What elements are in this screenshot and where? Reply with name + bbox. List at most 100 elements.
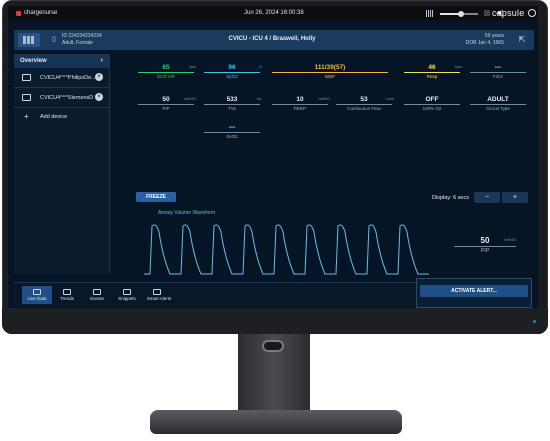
- waveform-trace: [144, 224, 429, 275]
- remove-device-icon[interactable]: ×: [95, 73, 103, 81]
- vital-circuit-type[interactable]: ADULT Circuit Type: [468, 96, 528, 111]
- vital-unit: L/min: [385, 97, 394, 101]
- vital-tve[interactable]: 533 mL TVe: [202, 96, 262, 111]
- vital-value: 46: [428, 64, 436, 71]
- patient-location: CVICU - ICU 4 / Braswell, Holly: [228, 36, 316, 42]
- open-external-button[interactable]: ⇱: [510, 30, 534, 50]
- remove-device-icon[interactable]: ×: [95, 93, 103, 101]
- vital-label: 100% O2: [422, 106, 442, 111]
- plus-icon: +: [24, 112, 29, 121]
- screen: chargenurse Jun 26, 2024 16:00:38 ◀) cap…: [8, 6, 538, 308]
- events-icon: [93, 289, 101, 295]
- tab-live-data[interactable]: Live Data: [22, 286, 52, 304]
- vital-value: 533: [226, 96, 238, 103]
- vital-label: Resp: [426, 74, 438, 79]
- device-item-siemens[interactable]: CVICU4^^^SiemensD ×: [14, 88, 109, 108]
- brand-logo-mark: [528, 9, 536, 17]
- vital-divider: [470, 104, 526, 105]
- vital-value: 96: [228, 64, 236, 71]
- tab-label: Trends: [60, 296, 74, 301]
- top-bar: chargenurse Jun 26, 2024 16:00:38 ◀) cap…: [8, 6, 538, 20]
- vital-divider: [204, 132, 260, 133]
- brand-logo: capsule: [492, 8, 525, 18]
- zoom-in-button[interactable]: +: [502, 192, 528, 203]
- vital-label: TVe: [227, 106, 236, 111]
- device-sidebar: Overview ‹ CVICU4^^^PhilipsDe... × CVICU…: [14, 54, 110, 274]
- vital-label: PEEP: [293, 106, 306, 111]
- patient-age: 59 years: [484, 33, 504, 39]
- vital-peep[interactable]: 10 cmH2O PEEP: [270, 96, 330, 111]
- zoom-out-button[interactable]: −: [474, 192, 500, 203]
- tab-label: Live Data: [27, 296, 47, 301]
- vital-nibp[interactable]: 111/39(57) NIBP: [270, 64, 390, 79]
- vital-unit: cmH2O: [318, 97, 330, 101]
- pip-unit: cmH2O: [504, 238, 516, 242]
- monitor-stand-base: [150, 410, 402, 434]
- vital-fio2[interactable]: --- FiO2: [468, 64, 528, 79]
- vital-label: PIP: [162, 106, 170, 111]
- stand-cable-hole: [262, 340, 284, 352]
- vital-value: ADULT: [487, 96, 509, 103]
- freeze-button[interactable]: FREEZE: [136, 192, 176, 202]
- vital-spo2[interactable]: 96% SpO2: [202, 64, 262, 79]
- add-device-button[interactable]: + Add device: [14, 108, 109, 126]
- display-duration: Display: 6 secs: [432, 195, 469, 201]
- vital-continuous-flow[interactable]: 53 L/min Continuous Flow: [334, 96, 394, 111]
- vital-100-o2[interactable]: OFF 100% O2: [402, 96, 462, 111]
- device-label: CVICU4^^^SiemensD: [40, 95, 94, 101]
- vital-divider: [138, 104, 194, 105]
- tab-snippets[interactable]: Snippets: [112, 286, 142, 304]
- sidebar-title: Overview: [20, 58, 47, 64]
- user-icon: [16, 10, 21, 16]
- airway-volume-waveform: [144, 224, 429, 275]
- pip-label: PIP: [480, 248, 490, 254]
- vital-unit: cmH2O: [184, 97, 196, 101]
- collapse-chevron-icon[interactable]: ‹: [101, 57, 103, 64]
- vital-label: Circuit Type: [486, 106, 510, 111]
- vital-label: Continuous Flow: [347, 106, 381, 111]
- username: chargenurse: [24, 10, 58, 16]
- tab-trends[interactable]: Trends: [52, 286, 82, 304]
- vital-label: SvO2: [226, 134, 238, 139]
- monitor-chin: [2, 308, 548, 334]
- external-link-icon: ⇱: [518, 35, 526, 44]
- power-led: [533, 320, 536, 323]
- tab-label: Smart Alerts: [146, 296, 172, 301]
- vital-unit: %: [258, 65, 262, 69]
- brightness-slider[interactable]: [440, 10, 478, 17]
- device-item-philips[interactable]: CVICU4^^^PhilipsDe... ×: [14, 68, 109, 88]
- brightness-high-icon: [484, 10, 490, 16]
- patient-header: ▯ ID 234234234234 Adult, Female CVICU - …: [14, 30, 530, 50]
- vital-unit: mL: [257, 97, 262, 101]
- patient-dob: DOB Jan 4, 1965: [465, 40, 504, 46]
- sidebar-overview-header[interactable]: Overview ‹: [14, 54, 109, 68]
- vital-divider: [470, 72, 526, 73]
- vital-divider: [404, 104, 460, 105]
- vital-divider: [404, 72, 460, 73]
- vital-resp[interactable]: 46 bpm Resp: [402, 64, 462, 79]
- activate-alert-button[interactable]: ACTIVATE ALERT...: [420, 285, 528, 297]
- waveform-pip-readout: 50 cmH2O PIP: [454, 236, 516, 254]
- vital-label: NIBP: [324, 74, 336, 79]
- monitor-icon: [22, 94, 31, 101]
- tab-events[interactable]: Events: [82, 286, 112, 304]
- add-device-label: Add device: [40, 114, 68, 120]
- vital-value: 65: [162, 64, 170, 71]
- device-label: CVICU4^^^PhilipsDe...: [40, 75, 96, 81]
- brightness-slider-knob[interactable]: [457, 10, 464, 17]
- vital-pip[interactable]: 50 cmH2O PIP: [136, 96, 196, 111]
- vital-divider: [138, 72, 194, 73]
- tab-label: Events: [90, 296, 104, 301]
- pip-divider: [454, 246, 516, 247]
- vital-unit: bpm: [189, 65, 196, 69]
- vital-ecg-hr[interactable]: 65 bpm ECG HR: [136, 64, 196, 79]
- tab-label: Snippets: [118, 296, 136, 301]
- tab-smart-alerts[interactable]: Smart Alerts: [142, 286, 176, 304]
- vital-label: ECG HR: [157, 74, 175, 79]
- user-menu[interactable]: chargenurse: [16, 10, 57, 16]
- patient-age-block: 59 years DOB Jan 4, 1965: [466, 33, 504, 47]
- vital-value: OFF: [425, 96, 439, 103]
- vital-divider: [272, 104, 328, 105]
- vital-svo2[interactable]: --- SvO2: [202, 124, 262, 139]
- vital-label: FiO2: [493, 74, 503, 79]
